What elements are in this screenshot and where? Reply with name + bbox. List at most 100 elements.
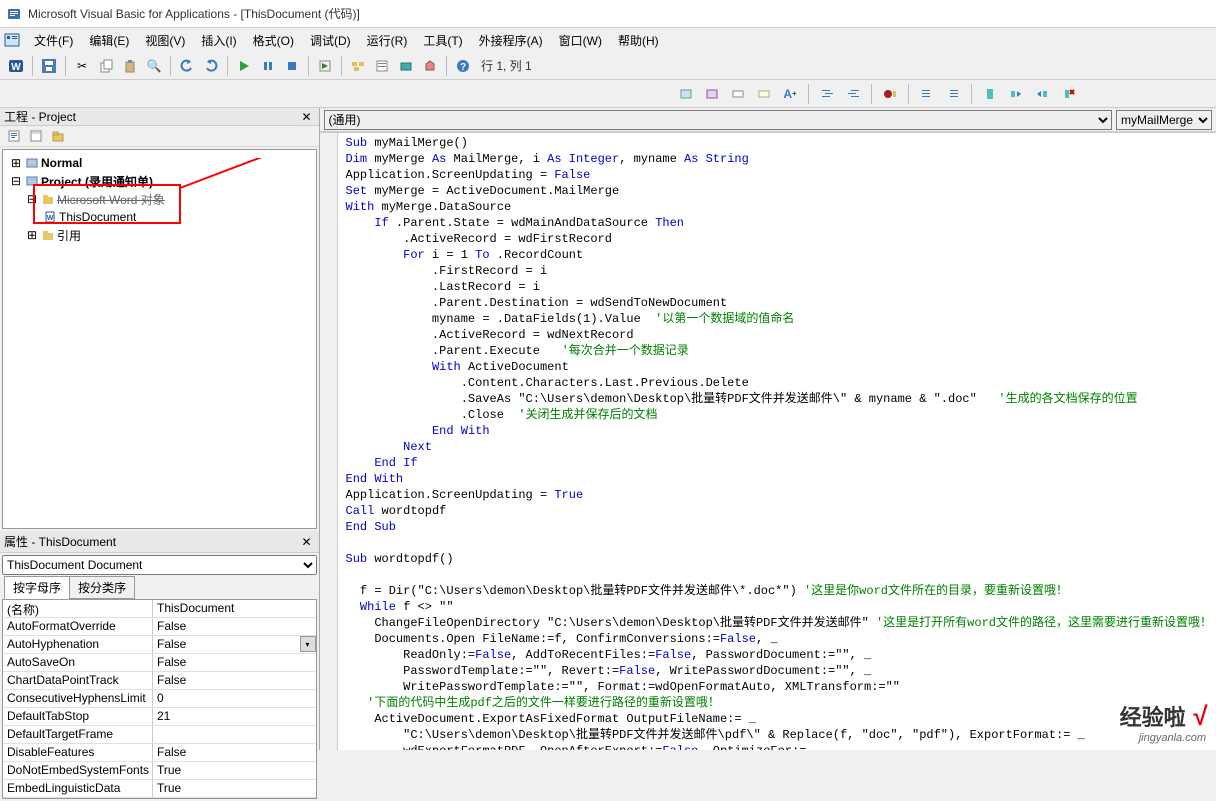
- property-value[interactable]: 21: [153, 708, 316, 725]
- indent-icon[interactable]: [816, 83, 838, 105]
- comment-block-icon[interactable]: [916, 83, 938, 105]
- menu-window[interactable]: 窗口(W): [551, 29, 610, 52]
- property-row[interactable]: DefaultTabStop21: [3, 708, 316, 726]
- bookmark-prev-icon[interactable]: [1031, 83, 1053, 105]
- property-row[interactable]: DisableFeaturesFalse: [3, 744, 316, 762]
- properties-tabs: 按字母序 按分类序: [0, 577, 319, 599]
- highlight-box: [33, 184, 181, 224]
- break-icon[interactable]: [257, 55, 279, 77]
- project-tree[interactable]: ⊞ Normal ⊟ Project (录用通知单) ⊟ Microsoft W…: [2, 149, 317, 529]
- help-icon[interactable]: ?: [452, 55, 474, 77]
- system-menu-icon[interactable]: [4, 32, 20, 48]
- menu-edit[interactable]: 编辑(E): [81, 29, 137, 52]
- folder-toggle-icon[interactable]: [48, 126, 68, 146]
- uncomment-block-icon[interactable]: [942, 83, 964, 105]
- properties-object-select[interactable]: ThisDocument Document: [2, 555, 317, 575]
- menu-debug[interactable]: 调试(D): [302, 29, 359, 52]
- paste-icon[interactable]: [119, 55, 141, 77]
- view-code-icon[interactable]: [4, 126, 24, 146]
- view-object-icon[interactable]: [26, 126, 46, 146]
- bookmark-toggle-icon[interactable]: [979, 83, 1001, 105]
- tab-alphabetic[interactable]: 按字母序: [4, 576, 70, 599]
- menu-tools[interactable]: 工具(T): [415, 29, 470, 52]
- save-icon[interactable]: [38, 55, 60, 77]
- toolbox-icon[interactable]: [419, 55, 441, 77]
- code-margin[interactable]: [320, 133, 338, 750]
- property-row[interactable]: ChartDataPointTrackFalse: [3, 672, 316, 690]
- property-value[interactable]: False: [153, 618, 316, 635]
- close-icon[interactable]: ✕: [299, 109, 315, 125]
- property-value[interactable]: False: [153, 654, 316, 671]
- separator: [227, 56, 228, 76]
- bookmark-clear-icon[interactable]: [1057, 83, 1079, 105]
- property-name: ChartDataPointTrack: [3, 672, 153, 689]
- plus-icon[interactable]: ⊞: [9, 156, 23, 170]
- code-editor[interactable]: Sub myMailMerge() Dim myMerge As MailMer…: [320, 132, 1216, 750]
- procedure-dropdown[interactable]: myMailMerge: [1116, 110, 1212, 130]
- property-row[interactable]: AutoFormatOverrideFalse: [3, 618, 316, 636]
- property-value[interactable]: 0: [153, 690, 316, 707]
- design-mode-icon[interactable]: [314, 55, 336, 77]
- plus-icon[interactable]: ⊞: [25, 228, 39, 242]
- menu-bar: 文件(F) 编辑(E) 视图(V) 插入(I) 格式(O) 调试(D) 运行(R…: [0, 28, 1216, 52]
- menu-format[interactable]: 格式(O): [245, 29, 302, 52]
- property-value[interactable]: [153, 726, 316, 743]
- property-row[interactable]: EmbedLinguisticDataTrue: [3, 780, 316, 798]
- close-icon[interactable]: ✕: [299, 534, 315, 550]
- object-browser-icon[interactable]: [395, 55, 417, 77]
- properties-header: 属性 - ThisDocument ✕: [0, 531, 319, 553]
- menu-run[interactable]: 运行(R): [359, 29, 416, 52]
- list-properties-icon[interactable]: [675, 83, 697, 105]
- quick-info-icon[interactable]: [727, 83, 749, 105]
- property-value[interactable]: False▾: [153, 636, 316, 653]
- toolbar-standard: W ✂ 🔍 ? 行 1, 列 1: [0, 52, 1216, 80]
- separator: [808, 84, 809, 104]
- property-name: DefaultTargetFrame: [3, 726, 153, 743]
- property-name: AutoFormatOverride: [3, 618, 153, 635]
- list-constants-icon[interactable]: [701, 83, 723, 105]
- run-icon[interactable]: [233, 55, 255, 77]
- title-bar: Microsoft Visual Basic for Applications …: [0, 0, 1216, 28]
- project-explorer-icon[interactable]: [347, 55, 369, 77]
- property-row[interactable]: AutoHyphenationFalse▾: [3, 636, 316, 654]
- property-value[interactable]: True: [153, 780, 316, 797]
- properties-icon[interactable]: [371, 55, 393, 77]
- copy-icon[interactable]: [95, 55, 117, 77]
- properties-grid[interactable]: (名称)ThisDocumentAutoFormatOverrideFalseA…: [2, 599, 317, 799]
- tree-node-normal[interactable]: ⊞ Normal: [7, 154, 312, 172]
- redo-icon[interactable]: [200, 55, 222, 77]
- reset-icon[interactable]: [281, 55, 303, 77]
- folder-icon: [41, 228, 55, 242]
- property-row[interactable]: DefaultTargetFrame: [3, 726, 316, 744]
- property-row[interactable]: AutoSaveOnFalse: [3, 654, 316, 672]
- property-value[interactable]: False: [153, 672, 316, 689]
- property-row[interactable]: DoNotEmbedSystemFontsTrue: [3, 762, 316, 780]
- undo-icon[interactable]: [176, 55, 198, 77]
- property-value[interactable]: True: [153, 762, 316, 779]
- menu-file[interactable]: 文件(F): [26, 29, 81, 52]
- dropdown-icon[interactable]: ▾: [300, 636, 316, 652]
- property-value[interactable]: False: [153, 744, 316, 761]
- menu-addins[interactable]: 外接程序(A): [471, 29, 551, 52]
- parameter-info-icon[interactable]: [753, 83, 775, 105]
- tree-node-references[interactable]: ⊞ 引用: [7, 226, 312, 244]
- cut-icon[interactable]: ✂: [71, 55, 93, 77]
- app-icon: [6, 6, 22, 22]
- find-icon[interactable]: 🔍: [143, 55, 165, 77]
- complete-word-icon[interactable]: A+: [779, 83, 801, 105]
- tab-categorized[interactable]: 按分类序: [69, 576, 135, 599]
- separator: [971, 84, 972, 104]
- breakpoint-icon[interactable]: [879, 83, 901, 105]
- menu-view[interactable]: 视图(V): [137, 29, 193, 52]
- menu-help[interactable]: 帮助(H): [610, 29, 667, 52]
- outdent-icon[interactable]: [842, 83, 864, 105]
- property-row[interactable]: ConsecutiveHyphensLimit0: [3, 690, 316, 708]
- property-row[interactable]: (名称)ThisDocument: [3, 600, 316, 618]
- bookmark-next-icon[interactable]: [1005, 83, 1027, 105]
- view-word-icon[interactable]: W: [5, 55, 27, 77]
- property-value[interactable]: ThisDocument: [153, 600, 316, 617]
- menu-insert[interactable]: 插入(I): [193, 29, 244, 52]
- project-icon: [25, 156, 39, 170]
- minus-icon[interactable]: ⊟: [9, 174, 23, 188]
- object-dropdown[interactable]: (通用): [324, 110, 1112, 130]
